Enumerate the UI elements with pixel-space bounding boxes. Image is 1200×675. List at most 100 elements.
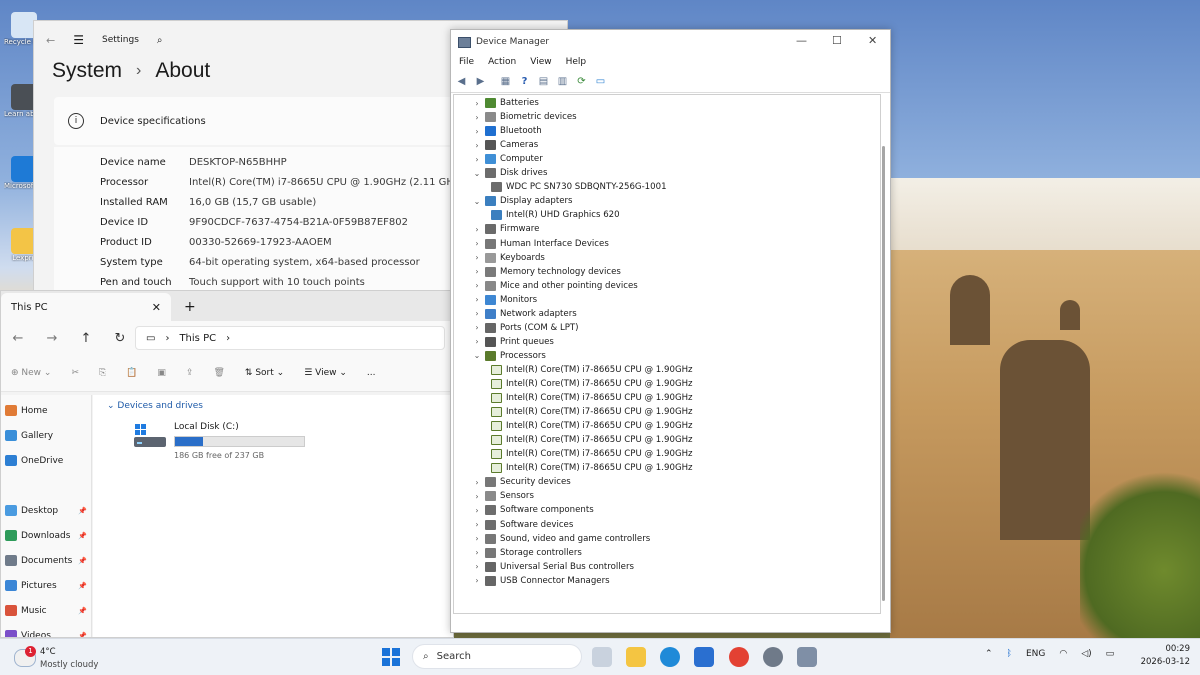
chevron-right-icon[interactable]: › bbox=[472, 562, 482, 571]
chevron-right-icon[interactable]: › bbox=[472, 534, 482, 543]
address-bar[interactable]: ▭ › This PC › bbox=[135, 326, 445, 350]
tree-node[interactable]: › Software components bbox=[472, 503, 594, 517]
chevron-up-icon[interactable]: ⌃ bbox=[985, 649, 993, 659]
tree-node[interactable]: ⌄ Disk drives bbox=[472, 166, 547, 180]
menu-view[interactable]: View bbox=[530, 57, 551, 67]
wifi-icon[interactable]: ◠ bbox=[1059, 649, 1067, 659]
battery-icon[interactable]: ▭ bbox=[1106, 649, 1115, 659]
language-indicator[interactable]: ENG bbox=[1026, 649, 1045, 659]
nav-item-videos[interactable]: Videos 📌 bbox=[5, 630, 87, 637]
clock[interactable]: 00:29 2026-03-12 bbox=[1138, 643, 1190, 669]
tree-node[interactable]: › Batteries bbox=[472, 96, 539, 110]
close-tab-icon[interactable]: ✕ bbox=[152, 301, 161, 314]
tree-node[interactable]: › Memory technology devices bbox=[472, 265, 621, 279]
tree-node[interactable]: › Security devices bbox=[472, 475, 571, 489]
nav-item-pictures[interactable]: Pictures 📌 bbox=[5, 580, 87, 591]
properties-icon[interactable]: ▦ bbox=[499, 75, 512, 87]
tree-child-node[interactable]: Intel(R) Core(TM) i7-8665U CPU @ 1.90GHz bbox=[488, 447, 693, 461]
chevron-right-icon[interactable]: › bbox=[472, 492, 482, 501]
start-button[interactable] bbox=[382, 648, 400, 666]
tree-node[interactable]: › Sound, video and game controllers bbox=[472, 532, 650, 546]
paste-icon[interactable]: 📋 bbox=[116, 368, 147, 378]
scan-hardware-icon[interactable]: ⟳ bbox=[575, 75, 588, 87]
tree-child-node[interactable]: Intel(R) Core(TM) i7-8665U CPU @ 1.90GHz bbox=[488, 433, 693, 447]
view-button[interactable]: ☰ View ⌄ bbox=[294, 368, 357, 378]
device-specs-header[interactable]: i Device specifications bbox=[54, 97, 474, 145]
chevron-right-icon[interactable]: › bbox=[472, 548, 482, 557]
tree-node[interactable]: › Computer bbox=[472, 152, 543, 166]
chrome-icon[interactable] bbox=[729, 647, 749, 667]
breadcrumb-system[interactable]: System bbox=[52, 59, 122, 83]
tree-node[interactable]: › Print queues bbox=[472, 335, 554, 349]
up-icon[interactable]: ↑ bbox=[69, 331, 103, 346]
back-icon[interactable]: ◀ bbox=[455, 75, 468, 87]
device-manager-icon[interactable] bbox=[797, 647, 817, 667]
new-button[interactable]: ⊕ New ⌄ bbox=[1, 368, 61, 378]
nav-item-gallery[interactable]: Gallery bbox=[5, 430, 87, 441]
more-options-button[interactable]: ... bbox=[357, 368, 386, 378]
tree-child-node[interactable]: Intel(R) Core(TM) i7-8665U CPU @ 1.90GHz bbox=[488, 363, 693, 377]
refresh-icon[interactable]: ↻ bbox=[103, 331, 137, 346]
tree-node[interactable]: ⌄ Display adapters bbox=[472, 194, 573, 208]
rename-icon[interactable]: ▣ bbox=[147, 368, 176, 378]
update-driver-icon[interactable]: ▤ bbox=[537, 75, 550, 87]
tree-node[interactable]: › Network adapters bbox=[472, 307, 577, 321]
forward-icon[interactable]: → bbox=[35, 331, 69, 346]
chevron-right-icon[interactable]: › bbox=[472, 295, 482, 304]
task-view-icon[interactable] bbox=[592, 647, 612, 667]
cut-icon[interactable]: ✂ bbox=[61, 368, 89, 378]
chevron-right-icon[interactable]: › bbox=[472, 576, 482, 585]
tree-node[interactable]: ⌄ Processors bbox=[472, 349, 546, 363]
volume-icon[interactable]: ◁) bbox=[1081, 649, 1091, 659]
nav-item-music[interactable]: Music 📌 bbox=[5, 605, 87, 616]
hamburger-menu-icon[interactable]: ☰ bbox=[73, 33, 84, 47]
tree-child-node[interactable]: Intel(R) UHD Graphics 620 bbox=[488, 208, 620, 222]
file-explorer-icon[interactable] bbox=[626, 647, 646, 667]
chevron-right-icon[interactable]: › bbox=[472, 520, 482, 529]
bluetooth-icon[interactable]: ᛒ bbox=[1007, 649, 1012, 659]
search-icon[interactable]: ⌕ bbox=[157, 35, 163, 46]
tree-node[interactable]: › Mice and other pointing devices bbox=[472, 279, 638, 293]
minimize-button[interactable]: — bbox=[796, 34, 807, 47]
scrollbar-thumb[interactable] bbox=[882, 146, 885, 601]
tree-scrollbar[interactable] bbox=[881, 96, 887, 612]
chevron-right-icon[interactable]: › bbox=[472, 99, 482, 108]
tree-node[interactable]: › Firmware bbox=[472, 222, 539, 236]
tree-node[interactable]: › Monitors bbox=[472, 293, 537, 307]
tree-node[interactable]: › Cameras bbox=[472, 138, 538, 152]
chevron-right-icon[interactable]: › bbox=[472, 506, 482, 515]
tab-this-pc[interactable]: This PC ✕ bbox=[1, 293, 171, 321]
chevron-right-icon[interactable]: › bbox=[472, 478, 482, 487]
chevron-right-icon[interactable]: › bbox=[472, 113, 482, 122]
copy-icon[interactable]: ⎘ bbox=[89, 368, 116, 378]
maximize-button[interactable]: ☐ bbox=[832, 34, 842, 47]
chevron-down-icon[interactable]: ⌄ bbox=[472, 197, 482, 206]
new-tab-button[interactable]: + bbox=[184, 299, 196, 315]
menu-file[interactable]: File bbox=[459, 57, 474, 67]
tree-child-node[interactable]: Intel(R) Core(TM) i7-8665U CPU @ 1.90GHz bbox=[488, 419, 693, 433]
tree-child-node[interactable]: Intel(R) Core(TM) i7-8665U CPU @ 1.90GHz bbox=[488, 391, 693, 405]
tree-node[interactable]: › Ports (COM & LPT) bbox=[472, 321, 579, 335]
nav-item-downloads[interactable]: Downloads 📌 bbox=[5, 530, 87, 541]
chevron-right-icon[interactable]: › bbox=[472, 253, 482, 262]
help-icon[interactable]: ? bbox=[518, 75, 531, 87]
chevron-down-icon[interactable]: ⌄ bbox=[472, 351, 482, 360]
chevron-right-icon[interactable]: › bbox=[472, 337, 482, 346]
tree-child-node[interactable]: Intel(R) Core(TM) i7-8665U CPU @ 1.90GHz bbox=[488, 461, 693, 475]
close-button[interactable]: ✕ bbox=[868, 34, 877, 47]
tree-node[interactable]: › USB Connector Managers bbox=[472, 574, 610, 588]
nav-item-desktop[interactable]: Desktop 📌 bbox=[5, 505, 87, 516]
weather-widget[interactable]: 1 4°C Mostly cloudy bbox=[14, 643, 124, 673]
tree-node[interactable]: › Storage controllers bbox=[472, 546, 582, 560]
menu-help[interactable]: Help bbox=[566, 57, 587, 67]
tree-node[interactable]: › Universal Serial Bus controllers bbox=[472, 560, 634, 574]
driver-list-icon[interactable]: ▥ bbox=[556, 75, 569, 87]
chevron-right-icon[interactable]: › bbox=[472, 127, 482, 136]
taskbar-search[interactable]: ⌕ Search bbox=[412, 644, 582, 669]
tree-node[interactable]: › Bluetooth bbox=[472, 124, 542, 138]
settings-icon[interactable] bbox=[763, 647, 783, 667]
back-arrow-icon[interactable]: ← bbox=[46, 34, 55, 47]
chevron-right-icon[interactable]: › bbox=[472, 309, 482, 318]
tree-node[interactable]: › Biometric devices bbox=[472, 110, 577, 124]
tree-node[interactable]: › Human Interface Devices bbox=[472, 237, 609, 251]
